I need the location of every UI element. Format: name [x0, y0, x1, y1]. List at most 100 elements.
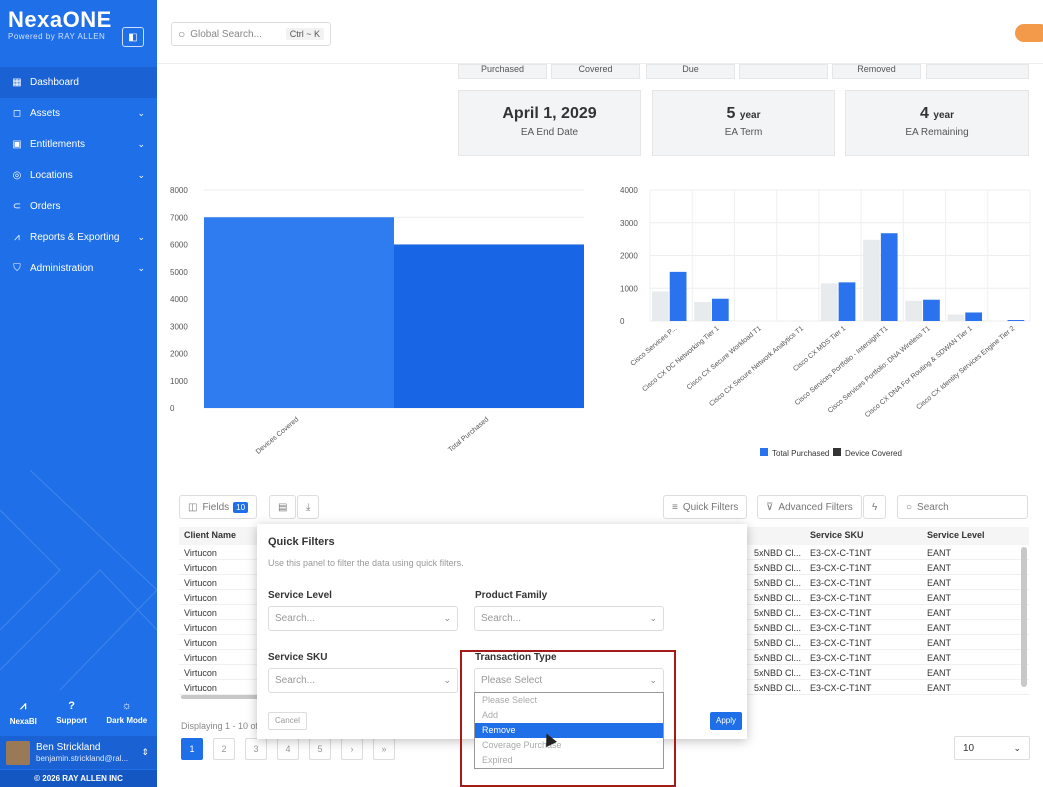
displaying-info: Displaying 1 - 10 of: [181, 721, 259, 731]
brand-logo[interactable]: NexaONE Powered by RAY ALLEN: [8, 7, 112, 42]
table-cell: 5xNBD Cl...: [754, 548, 802, 558]
bar-device-covered[interactable]: [863, 239, 880, 321]
bar-device-covered[interactable]: [652, 291, 669, 321]
page-button[interactable]: 2: [213, 738, 235, 760]
page-button[interactable]: 5: [309, 738, 331, 760]
service-level-select[interactable]: Search... ⌄: [268, 606, 458, 631]
product-family-select[interactable]: Search... ⌄: [474, 606, 664, 631]
avatar: [6, 740, 30, 765]
quick-filters-button[interactable]: ≡ Quick Filters: [663, 495, 748, 519]
x-tick-label: Cisco CX Secure Workload T1: [686, 325, 763, 391]
chevron-down-icon: ⌄: [649, 613, 657, 623]
sidebar-item-assets[interactable]: ◻ Assets ⌄: [0, 98, 157, 129]
service-level-label: Service Level: [268, 590, 332, 601]
page-size-value: 10: [963, 742, 975, 754]
dark-mode-button[interactable]: ☼ Dark Mode: [106, 700, 147, 726]
page-button[interactable]: 3: [245, 738, 267, 760]
table-cell: EANT: [927, 623, 952, 633]
bar-total-purchased[interactable]: [669, 271, 687, 321]
table-search-input[interactable]: ○ Search: [897, 495, 1028, 519]
y-tick-label: 1000: [620, 284, 638, 293]
magic-button[interactable]: ϟ: [863, 495, 887, 519]
x-tick-label: Cisco CX DC Networking Tier 1: [641, 325, 720, 393]
sidebar-item-label: Orders: [30, 201, 61, 212]
user-menu[interactable]: Ben Strickland benjamin.strickland@ral..…: [0, 736, 157, 769]
header-service-level[interactable]: Service Level: [922, 527, 1022, 545]
bar-total-purchased[interactable]: [965, 312, 983, 321]
sidebar-item-administration[interactable]: ⛉ Administration ⌄: [0, 253, 157, 284]
bar-total-purchased[interactable]: [1007, 320, 1025, 321]
page-button[interactable]: »: [373, 738, 395, 760]
density-button[interactable]: ▤: [269, 495, 297, 519]
page-button[interactable]: 1: [181, 738, 203, 760]
chevron-down-icon: ⌄: [443, 613, 451, 623]
brand-name: NexaONE: [8, 7, 112, 32]
y-tick-label: 0: [620, 317, 625, 326]
sidebar-item-orders[interactable]: ⊂ Orders: [0, 191, 157, 222]
nexabi-button[interactable]: ⩘ NexaBI: [10, 700, 37, 726]
page-button[interactable]: 4: [277, 738, 299, 760]
y-tick-label: 3000: [170, 322, 188, 331]
notification-badge[interactable]: [1015, 24, 1043, 42]
bar-device-covered[interactable]: [820, 283, 838, 321]
advanced-filter-icon: ⊽: [766, 501, 774, 513]
service-sku-label: Service SKU: [268, 652, 328, 663]
table-cell: E3-CX-C-T1NT: [810, 683, 872, 693]
kpi-card-ea-term: 5 year EA Term: [652, 90, 835, 156]
sidebar-item-locations[interactable]: ◎ Locations ⌄: [0, 160, 157, 191]
page-button[interactable]: ›: [341, 738, 363, 760]
copyright: © 2026 RAY ALLEN INC: [0, 770, 157, 787]
horizontal-scrollbar[interactable]: [181, 695, 261, 699]
bar-device-covered[interactable]: [694, 302, 711, 321]
bar-total-purchased[interactable]: [838, 282, 856, 321]
bar[interactable]: [394, 244, 584, 409]
brand-tagline: Powered by RAY ALLEN: [8, 32, 106, 41]
sidebar-item-dashboard[interactable]: ▦ Dashboard: [0, 67, 157, 98]
table-cell: E3-CX-C-T1NT: [810, 668, 872, 678]
legend-label[interactable]: Device Covered: [845, 449, 902, 458]
export-button[interactable]: ⤓: [297, 495, 320, 519]
legend-swatch: [760, 448, 768, 456]
vertical-scrollbar[interactable]: [1021, 547, 1027, 687]
kpi-label: EA Remaining: [905, 127, 969, 138]
cancel-button[interactable]: Cancel: [268, 712, 307, 730]
admin-icon: ⛉: [13, 263, 21, 274]
bar-total-purchased[interactable]: [880, 233, 898, 321]
collapse-sidebar-button[interactable]: ◧: [122, 27, 144, 47]
table-cell: 5xNBD Cl...: [754, 578, 802, 588]
y-tick-label: 3000: [620, 219, 638, 228]
bar-device-covered[interactable]: [947, 314, 965, 321]
bar-device-covered[interactable]: [905, 300, 923, 321]
support-button[interactable]: ? Support: [56, 700, 87, 726]
location-icon: ◎: [12, 170, 22, 181]
sidebar-item-reports-exporting[interactable]: ⩘ Reports & Exporting ⌄: [0, 222, 157, 253]
bar-total-purchased[interactable]: [923, 299, 940, 321]
chart-icon: ⩘: [20, 700, 27, 712]
bar-total-purchased[interactable]: [711, 298, 729, 321]
user-email: benjamin.strickland@ral...: [36, 754, 129, 763]
table-cell: 5xNBD Cl...: [754, 668, 802, 678]
service-sku-select[interactable]: Search... ⌄: [268, 668, 458, 693]
pagination: 1 2 3 4 5 › »: [181, 738, 405, 760]
page-size-select[interactable]: 10 ⌄: [954, 736, 1030, 760]
kpi-label: EA Term: [724, 127, 763, 138]
bar[interactable]: [204, 217, 394, 408]
header-description[interactable]: [749, 527, 805, 545]
legend-label[interactable]: Total Purchased: [772, 449, 829, 458]
sidebar-item-label: Reports & Exporting: [30, 232, 120, 243]
apply-button[interactable]: Apply: [710, 712, 743, 730]
chevron-down-icon: ⌄: [137, 263, 145, 273]
sidebar-item-entitlements[interactable]: ▣ Entitlements ⌄: [0, 129, 157, 160]
table-cell: EANT: [927, 668, 952, 678]
table-cell: 5xNBD Cl...: [754, 623, 802, 633]
devices-chart: 0 1000 2000 3000 4000 5000 6000 7000 8000 Devices…: [170, 180, 590, 473]
filter-icon: ≡: [672, 501, 678, 513]
assets-icon: ◻: [12, 108, 22, 119]
advanced-filters-button[interactable]: ⊽ Advanced Filters: [757, 495, 862, 519]
global-search-input[interactable]: ○ Global Search... Ctrl ~ K: [171, 22, 331, 46]
fields-button[interactable]: ◫ Fields 10: [179, 495, 258, 519]
quick-filters-title: Quick Filters: [268, 536, 335, 548]
table-cell: 5xNBD Cl...: [754, 638, 802, 648]
header-service-sku[interactable]: Service SKU: [805, 527, 922, 545]
service-sku-placeholder: Search...: [275, 675, 316, 686]
